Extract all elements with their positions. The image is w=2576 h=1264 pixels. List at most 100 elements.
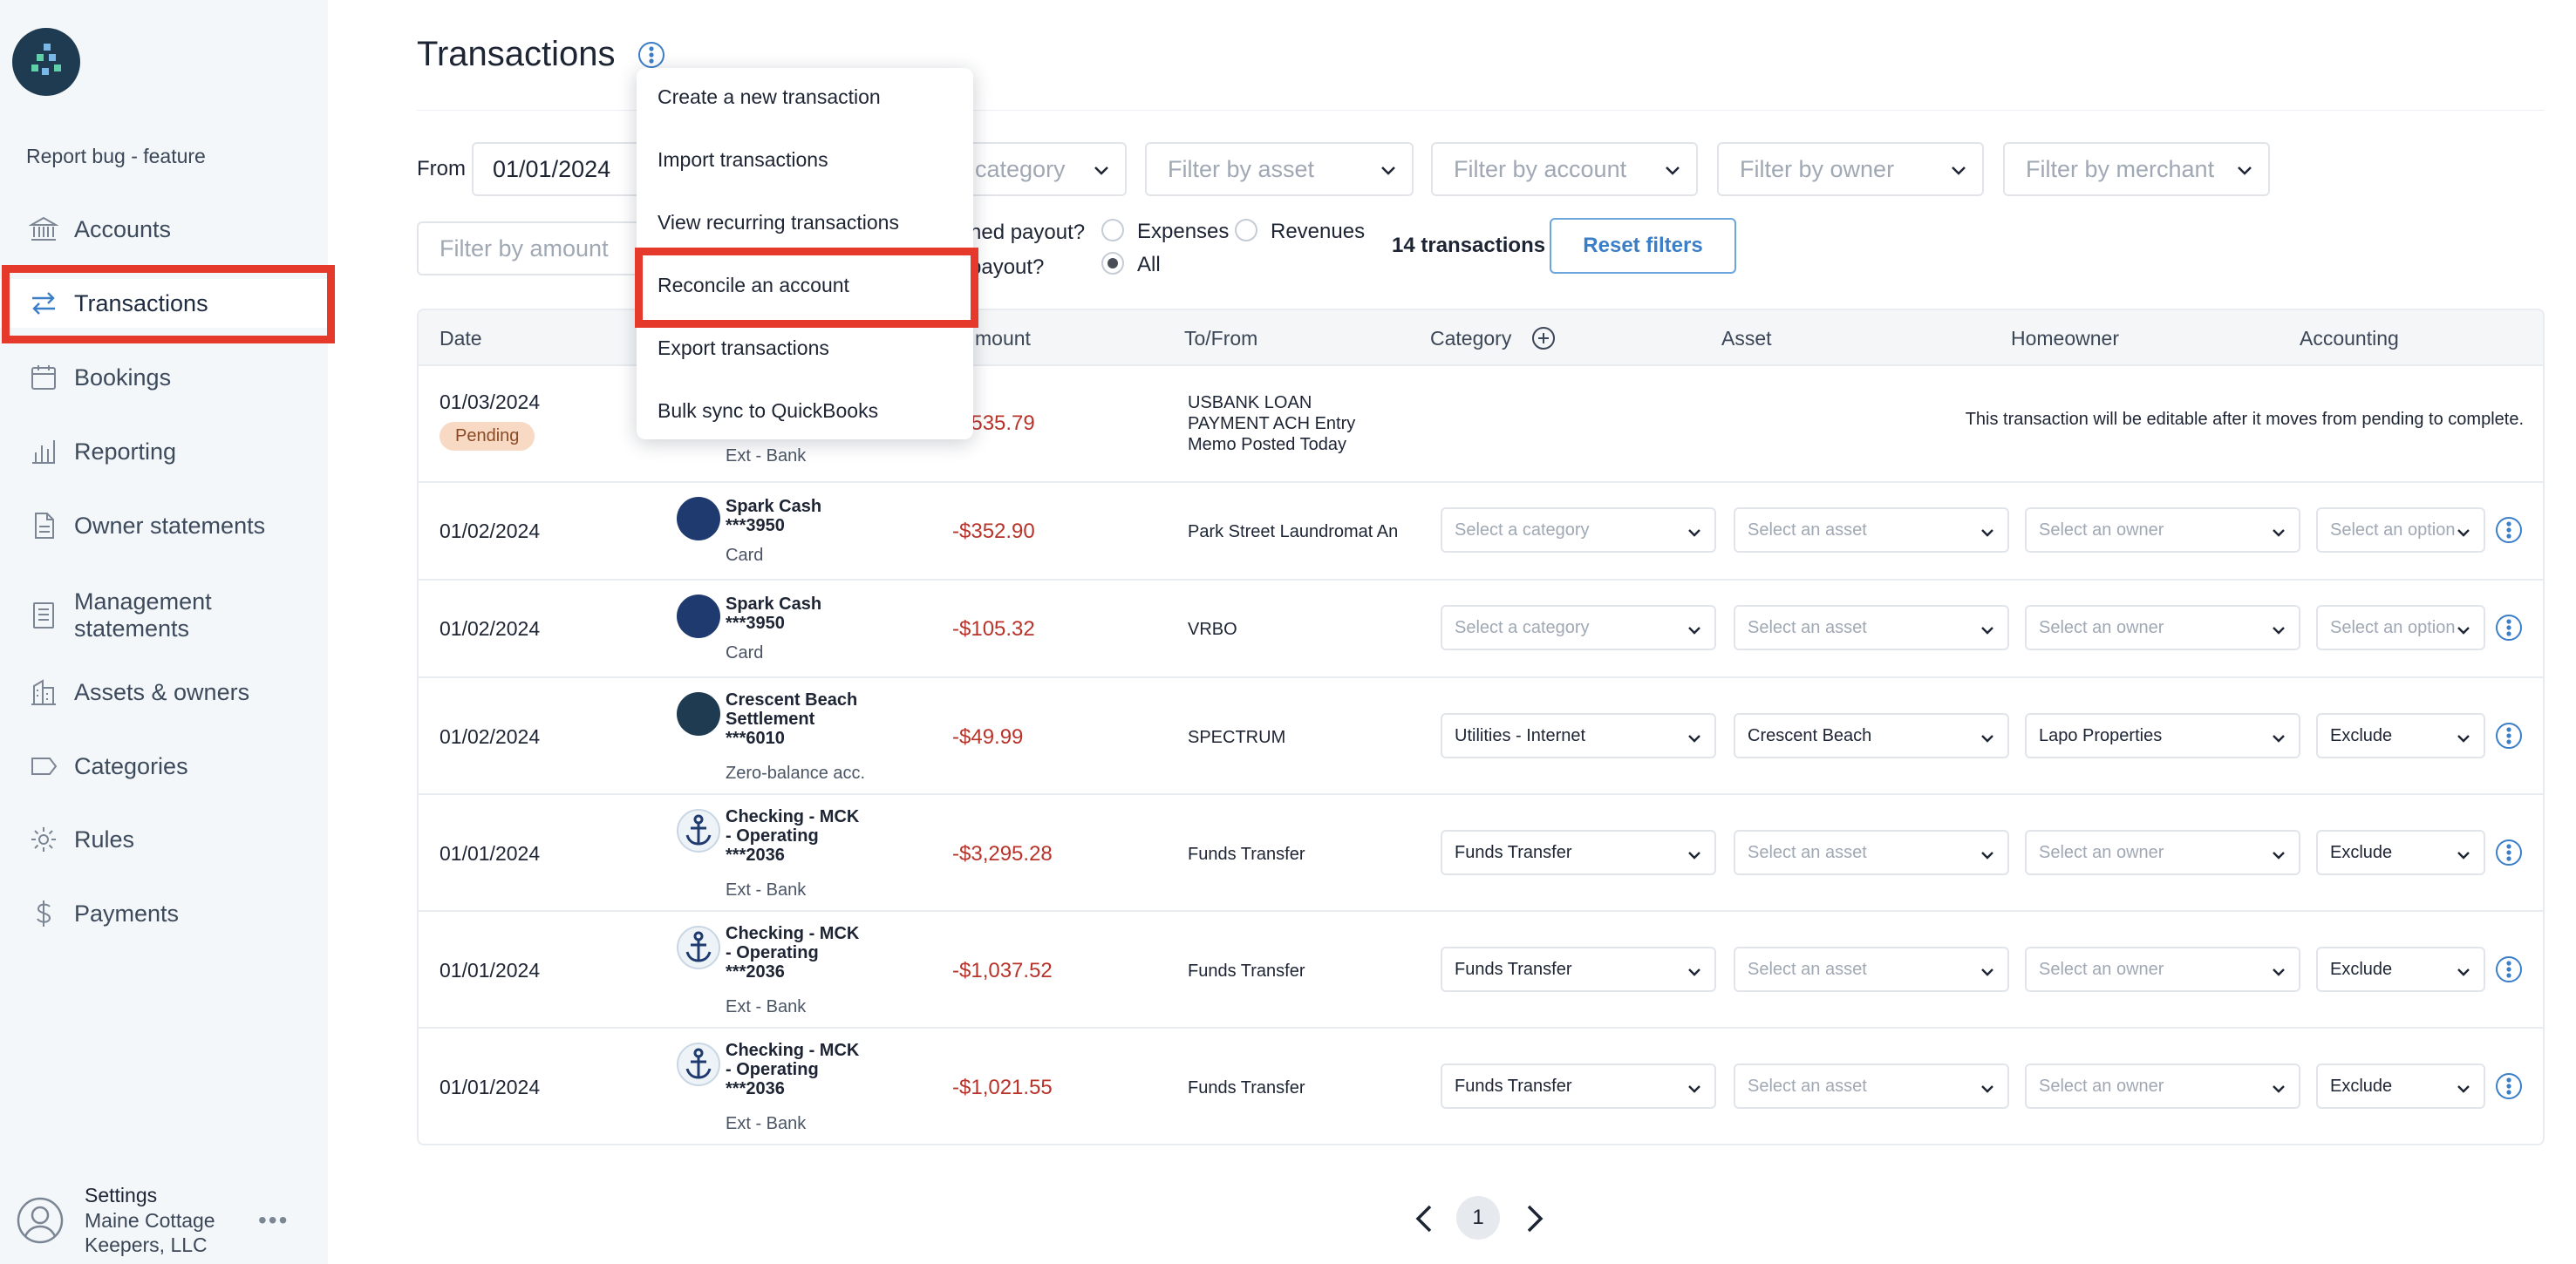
- sidebar-item-owner-statements[interactable]: Owner statements: [0, 501, 328, 550]
- settings-panel[interactable]: Settings Maine Cottage Keepers, LLC •••: [0, 1168, 328, 1264]
- accounting-select[interactable]: Exclude: [2316, 1064, 2485, 1109]
- owner-select[interactable]: Select an owner: [2025, 1064, 2300, 1109]
- row-date: 01/02/2024: [440, 617, 541, 640]
- category-select[interactable]: Select a category: [1441, 605, 1716, 650]
- account-name: Checking - MCK - Operating ***2036: [726, 807, 860, 865]
- table-row[interactable]: 01/01/2024 Checking - MCK - Operating **…: [419, 912, 2543, 1029]
- asset-value: Select an asset: [1748, 842, 1867, 862]
- from-label: From: [417, 157, 466, 180]
- report-bug-link[interactable]: Report bug - feature: [26, 145, 206, 168]
- column-category[interactable]: Category: [1430, 327, 1511, 350]
- accounting-select[interactable]: Exclude: [2316, 713, 2485, 758]
- accounting-select[interactable]: Select an option: [2316, 507, 2485, 553]
- accounting-value: Select an option: [2330, 520, 2456, 540]
- category-select[interactable]: Funds Transfer: [1441, 830, 1716, 875]
- all-radio[interactable]: [1101, 252, 1124, 275]
- owner-select[interactable]: Lapo Properties: [2025, 713, 2300, 758]
- transaction-count: 14 transactions: [1392, 234, 1546, 257]
- asset-select[interactable]: Select an asset: [1734, 947, 2009, 992]
- account-name: Crescent Beach Settlement ***6010: [726, 690, 858, 748]
- table-row[interactable]: 01/02/2024 Spark Cash ***3950 Card -$105…: [419, 581, 2543, 678]
- from-date-input[interactable]: 01/01/2024: [472, 142, 646, 196]
- owner-select[interactable]: Select an owner: [2025, 507, 2300, 553]
- more-actions-icon[interactable]: [637, 40, 666, 70]
- accounting-select[interactable]: Select an option: [2316, 605, 2485, 650]
- sidebar-item-bookings[interactable]: Bookings: [0, 353, 328, 402]
- column-asset[interactable]: Asset: [1721, 327, 1772, 350]
- row-more-icon[interactable]: [2494, 515, 2524, 545]
- menu-item-reconcile-account[interactable]: Reconcile an account: [658, 274, 849, 297]
- filter-account-select[interactable]: Filter by account: [1431, 142, 1698, 196]
- column-accounting[interactable]: Accounting: [2300, 327, 2399, 350]
- filter-owner-select[interactable]: Filter by owner: [1717, 142, 1984, 196]
- menu-item-export-transactions[interactable]: Export transactions: [658, 336, 829, 360]
- menu-item-import-transactions[interactable]: Import transactions: [658, 148, 828, 172]
- filter-amount-select[interactable]: Filter by amount: [417, 221, 652, 275]
- category-select[interactable]: Funds Transfer: [1441, 947, 1716, 992]
- chevron-down-icon: [1981, 968, 1993, 976]
- row-date: 01/03/2024: [440, 391, 541, 413]
- sidebar-item-categories[interactable]: Categories: [0, 742, 328, 791]
- row-more-icon[interactable]: [2494, 613, 2524, 642]
- owner-value: Select an owner: [2039, 1076, 2164, 1096]
- category-select[interactable]: Select a category: [1441, 507, 1716, 553]
- asset-select[interactable]: Select an asset: [1734, 507, 2009, 553]
- sidebar-item-accounts[interactable]: Accounts: [0, 205, 328, 254]
- chevron-right-icon[interactable]: [1522, 1203, 1548, 1234]
- column-homeowner[interactable]: Homeowner: [2011, 327, 2119, 350]
- column-date[interactable]: Date: [440, 327, 482, 350]
- row-more-icon[interactable]: [2494, 721, 2524, 751]
- document-icon: [26, 508, 61, 543]
- asset-select[interactable]: Select an asset: [1734, 1064, 2009, 1109]
- category-select[interactable]: Funds Transfer: [1441, 1064, 1716, 1109]
- sidebar-item-management-statements[interactable]: Management statements: [0, 584, 328, 647]
- account-type: Ext - Bank: [726, 446, 807, 466]
- menu-item-bulk-sync-quickbooks[interactable]: Bulk sync to QuickBooks: [658, 399, 878, 423]
- row-more-icon[interactable]: [2494, 838, 2524, 867]
- category-select[interactable]: Utilities - Internet: [1441, 713, 1716, 758]
- expenses-radio[interactable]: [1101, 219, 1124, 241]
- row-more-icon[interactable]: [2494, 1071, 2524, 1101]
- chevron-down-icon: [1688, 1085, 1700, 1093]
- row-more-icon[interactable]: [2494, 955, 2524, 984]
- bar-chart-icon: [26, 434, 61, 469]
- menu-item-create-transaction[interactable]: Create a new transaction: [658, 85, 881, 109]
- table-row[interactable]: 01/01/2024 Checking - MCK - Operating **…: [419, 1029, 2543, 1144]
- revenues-radio[interactable]: [1235, 219, 1257, 241]
- add-category-icon[interactable]: [1531, 326, 1556, 350]
- column-to-from[interactable]: To/From: [1184, 327, 1257, 350]
- reset-filters-button[interactable]: Reset filters: [1550, 218, 1736, 274]
- chevron-down-icon: [1981, 529, 1993, 537]
- app-logo[interactable]: [12, 28, 80, 96]
- owner-select[interactable]: Select an owner: [2025, 830, 2300, 875]
- owner-value: Select an owner: [2039, 842, 2164, 862]
- table-row[interactable]: 01/02/2024 Spark Cash ***3950 Card -$352…: [419, 483, 2543, 581]
- column-amount[interactable]: mount: [975, 327, 1031, 350]
- chevron-left-icon[interactable]: [1411, 1203, 1437, 1234]
- filter-merchant-select[interactable]: Filter by merchant: [2003, 142, 2270, 196]
- accounting-select[interactable]: Exclude: [2316, 947, 2485, 992]
- category-value: Utilities - Internet: [1455, 725, 1586, 745]
- sidebar-item-label: Rules: [74, 826, 135, 853]
- sidebar-item-transactions[interactable]: Transactions: [0, 279, 328, 328]
- asset-select[interactable]: Select an asset: [1734, 830, 2009, 875]
- sidebar-item-reporting[interactable]: Reporting: [0, 427, 328, 476]
- accounting-select[interactable]: Exclude: [2316, 830, 2485, 875]
- owner-value: Select an owner: [2039, 959, 2164, 979]
- page-number[interactable]: 1: [1456, 1196, 1500, 1240]
- sidebar-item-payments[interactable]: Payments: [0, 889, 328, 938]
- menu-item-view-recurring[interactable]: View recurring transactions: [658, 211, 899, 234]
- owner-select[interactable]: Select an owner: [2025, 605, 2300, 650]
- chevron-down-icon: [1688, 529, 1700, 537]
- sidebar-item-assets-owners[interactable]: Assets & owners: [0, 668, 328, 717]
- asset-select[interactable]: Select an asset: [1734, 605, 2009, 650]
- owner-select[interactable]: Select an owner: [2025, 947, 2300, 992]
- table-row[interactable]: 01/02/2024 Crescent Beach Settlement ***…: [419, 678, 2543, 795]
- asset-select[interactable]: Crescent Beach: [1734, 713, 2009, 758]
- filter-asset-select[interactable]: Filter by asset: [1145, 142, 1414, 196]
- sidebar-item-rules[interactable]: Rules: [0, 815, 328, 864]
- user-avatar-icon: [16, 1196, 65, 1245]
- table-row[interactable]: 01/01/2024 Checking - MCK - Operating **…: [419, 795, 2543, 912]
- row-amount: -$352.90: [952, 520, 1035, 543]
- more-options-icon[interactable]: •••: [258, 1206, 289, 1234]
